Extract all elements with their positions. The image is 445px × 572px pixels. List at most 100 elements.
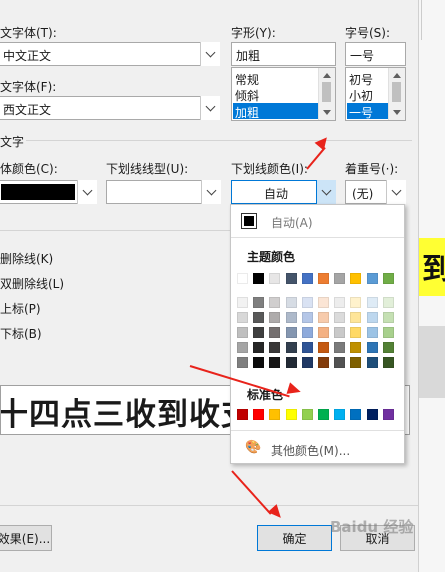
standard-color-swatch[interactable] xyxy=(301,409,313,420)
theme-shade-swatch[interactable] xyxy=(285,312,297,323)
theme-shade-swatch[interactable] xyxy=(334,312,346,323)
theme-shade-swatch[interactable] xyxy=(366,357,378,368)
standard-color-swatch[interactable] xyxy=(318,409,329,420)
theme-shade-swatch[interactable] xyxy=(301,357,313,368)
double-strikethrough-checkbox[interactable]: 双删除线(L) xyxy=(0,275,64,292)
standard-color-swatch[interactable] xyxy=(382,409,394,420)
font-style-list[interactable]: 常规 倾斜 加粗 xyxy=(231,67,336,121)
font-size-input[interactable]: 一号 xyxy=(345,42,406,66)
theme-shade-swatch[interactable] xyxy=(285,357,297,368)
theme-shade-swatch[interactable] xyxy=(253,342,265,353)
underline-type-select[interactable] xyxy=(106,180,221,204)
list-item[interactable]: 倾斜 xyxy=(235,87,259,104)
theme-shade-swatch[interactable] xyxy=(350,342,362,353)
subscript-checkbox[interactable]: 下标(B) xyxy=(0,325,42,342)
theme-shade-swatch[interactable] xyxy=(350,327,362,338)
theme-shade-swatch[interactable] xyxy=(334,357,346,368)
standard-color-swatch[interactable] xyxy=(285,409,297,420)
theme-shade-swatch[interactable] xyxy=(318,342,329,353)
standard-color-swatch[interactable] xyxy=(253,409,265,420)
theme-color-swatch[interactable] xyxy=(237,273,248,284)
standard-color-swatch[interactable] xyxy=(334,409,346,420)
strikethrough-checkbox[interactable]: 删除线(K) xyxy=(0,250,53,267)
chevron-down-icon[interactable] xyxy=(201,180,221,204)
asian-font-select[interactable]: 中文正文 xyxy=(0,42,220,66)
theme-shade-swatch[interactable] xyxy=(366,327,378,338)
theme-shade-swatch[interactable] xyxy=(382,327,394,338)
font-size-list[interactable]: 初号 小初 一号 xyxy=(345,67,406,121)
auto-color-swatch[interactable] xyxy=(241,213,257,229)
theme-shade-swatch[interactable] xyxy=(382,297,394,308)
underline-color-select[interactable]: 自动 xyxy=(231,180,336,204)
ok-button[interactable]: 确定 xyxy=(257,525,332,551)
more-colors-option[interactable]: 其他颜色(M)... xyxy=(271,442,350,459)
theme-color-swatch[interactable] xyxy=(301,273,313,284)
list-item[interactable]: 加粗 xyxy=(235,104,259,121)
theme-shade-swatch[interactable] xyxy=(318,327,329,338)
theme-shade-swatch[interactable] xyxy=(334,342,346,353)
standard-color-swatch[interactable] xyxy=(269,409,281,420)
list-item[interactable]: 小初 xyxy=(349,87,373,104)
theme-shade-swatch[interactable] xyxy=(269,342,281,353)
theme-shade-swatch[interactable] xyxy=(301,312,313,323)
theme-shade-swatch[interactable] xyxy=(253,327,265,338)
theme-shade-swatch[interactable] xyxy=(301,297,313,308)
list-item[interactable]: 初号 xyxy=(349,71,373,88)
theme-color-swatch[interactable] xyxy=(253,273,265,284)
standard-color-swatch[interactable] xyxy=(350,409,362,420)
theme-shade-swatch[interactable] xyxy=(382,342,394,353)
standard-color-swatch[interactable] xyxy=(237,409,248,420)
theme-shade-swatch[interactable] xyxy=(253,357,265,368)
theme-shade-swatch[interactable] xyxy=(269,297,281,308)
font-style-input[interactable]: 加粗 xyxy=(231,42,336,66)
theme-shade-swatch[interactable] xyxy=(301,327,313,338)
theme-color-swatch[interactable] xyxy=(318,273,329,284)
chevron-down-icon[interactable] xyxy=(200,96,220,120)
theme-shade-swatch[interactable] xyxy=(237,297,248,308)
western-font-select[interactable]: 西文正文 xyxy=(0,96,220,120)
theme-color-swatch[interactable] xyxy=(382,273,394,284)
theme-shade-swatch[interactable] xyxy=(237,342,248,353)
theme-shade-swatch[interactable] xyxy=(366,312,378,323)
theme-shade-swatch[interactable] xyxy=(334,327,346,338)
theme-shade-swatch[interactable] xyxy=(350,312,362,323)
theme-shade-swatch[interactable] xyxy=(334,297,346,308)
theme-shade-swatch[interactable] xyxy=(301,342,313,353)
list-item[interactable]: 常规 xyxy=(235,71,259,88)
theme-shade-swatch[interactable] xyxy=(285,327,297,338)
theme-shade-swatch[interactable] xyxy=(285,297,297,308)
theme-shade-swatch[interactable] xyxy=(269,312,281,323)
theme-shade-swatch[interactable] xyxy=(382,312,394,323)
scrollbar[interactable] xyxy=(388,68,405,120)
theme-color-swatch[interactable] xyxy=(334,273,346,284)
theme-shade-swatch[interactable] xyxy=(382,357,394,368)
theme-color-swatch[interactable] xyxy=(269,273,281,284)
theme-shade-swatch[interactable] xyxy=(269,327,281,338)
theme-shade-swatch[interactable] xyxy=(285,342,297,353)
chevron-down-icon[interactable] xyxy=(316,180,336,204)
standard-color-swatch[interactable] xyxy=(366,409,378,420)
theme-shade-swatch[interactable] xyxy=(237,357,248,368)
list-item[interactable]: 一号 xyxy=(349,104,373,121)
theme-shade-swatch[interactable] xyxy=(253,312,265,323)
theme-shade-swatch[interactable] xyxy=(318,312,329,323)
emphasis-mark-select[interactable]: (无) xyxy=(345,180,406,204)
theme-shade-swatch[interactable] xyxy=(366,297,378,308)
theme-shade-swatch[interactable] xyxy=(253,297,265,308)
theme-shade-swatch[interactable] xyxy=(366,342,378,353)
scrollbar[interactable] xyxy=(318,68,335,120)
theme-color-swatch[interactable] xyxy=(350,273,362,284)
theme-shade-swatch[interactable] xyxy=(237,327,248,338)
theme-shade-swatch[interactable] xyxy=(350,357,362,368)
chevron-down-icon[interactable] xyxy=(386,180,406,204)
theme-color-swatch[interactable] xyxy=(285,273,297,284)
font-color-select[interactable] xyxy=(0,180,97,204)
theme-shade-swatch[interactable] xyxy=(350,297,362,308)
theme-color-swatch[interactable] xyxy=(366,273,378,284)
theme-shade-swatch[interactable] xyxy=(237,312,248,323)
superscript-checkbox[interactable]: 上标(P) xyxy=(0,300,41,317)
chevron-down-icon[interactable] xyxy=(200,42,220,66)
chevron-down-icon[interactable] xyxy=(77,180,97,204)
theme-shade-swatch[interactable] xyxy=(318,297,329,308)
auto-color-option[interactable]: 自动(A) xyxy=(271,214,313,231)
